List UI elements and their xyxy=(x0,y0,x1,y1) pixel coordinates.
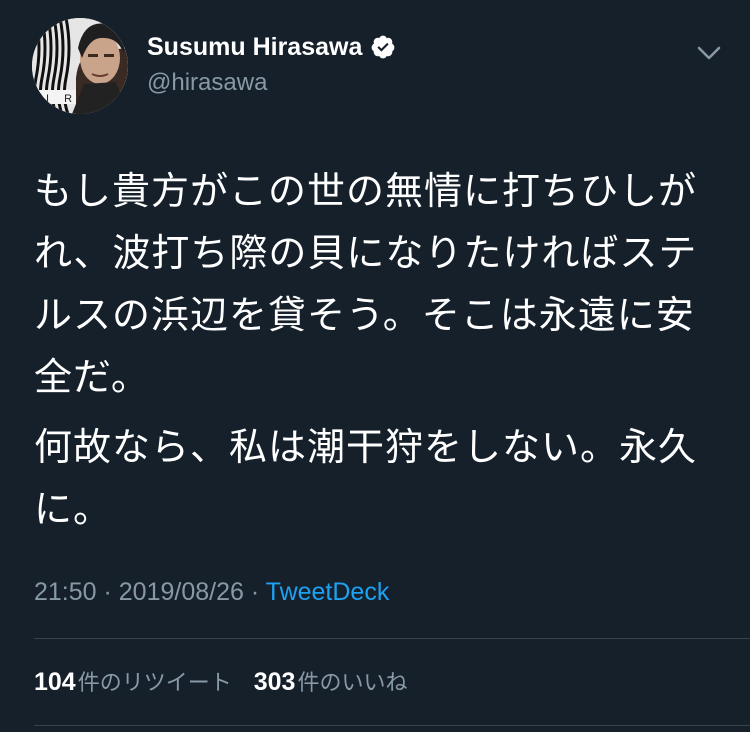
tweet-text: もし貴方がこの世の無情に打ちひしがれ、波打ち際の貝になりたければステルスの浜辺を… xyxy=(34,160,724,540)
likes-stat[interactable]: 303 件のいいね xyxy=(254,666,408,700)
avatar-image-icon: I R xyxy=(32,18,128,114)
tweet-time[interactable]: 21:50 xyxy=(34,578,97,606)
author-name[interactable]: Susumu Hirasawa xyxy=(147,32,396,62)
tweet-paragraph: 何故なら、私は潮干狩をしない。永久に。 xyxy=(34,425,698,531)
tweet-meta: 21:50 · 2019/08/26 · TweetDeck xyxy=(34,576,389,608)
tweet-source-link[interactable]: TweetDeck xyxy=(266,578,390,606)
likes-count: 303 xyxy=(253,668,296,696)
tweet-date[interactable]: 2019/08/26 xyxy=(119,578,244,606)
author-name-text: Susumu Hirasawa xyxy=(147,33,363,61)
author-avatar[interactable]: I R xyxy=(32,18,128,114)
svg-text:I R: I R xyxy=(46,93,78,105)
tweet-detail: I R Susumu Hirasawa @hirasawa もし貴方がこの世の無… xyxy=(0,0,750,732)
likes-label: 件のいいね xyxy=(297,671,408,696)
verified-badge-icon xyxy=(371,35,395,59)
divider xyxy=(34,638,750,639)
chevron-down-icon[interactable] xyxy=(694,38,724,68)
divider xyxy=(34,725,750,726)
meta-separator: · xyxy=(243,578,266,606)
retweets-label: 件のリツイート xyxy=(77,671,232,696)
tweet-paragraph: もし貴方がこの世の無情に打ちひしがれ、波打ち際の貝になりたければステルスの浜辺を… xyxy=(34,169,698,399)
retweets-count: 104 xyxy=(34,668,76,696)
tweet-stats: 104 件のリツイート 303 件のいいね xyxy=(34,666,407,700)
retweets-stat[interactable]: 104 件のリツイート xyxy=(34,666,232,700)
author-handle[interactable]: @hirasawa xyxy=(147,68,267,98)
meta-separator: · xyxy=(96,578,119,606)
